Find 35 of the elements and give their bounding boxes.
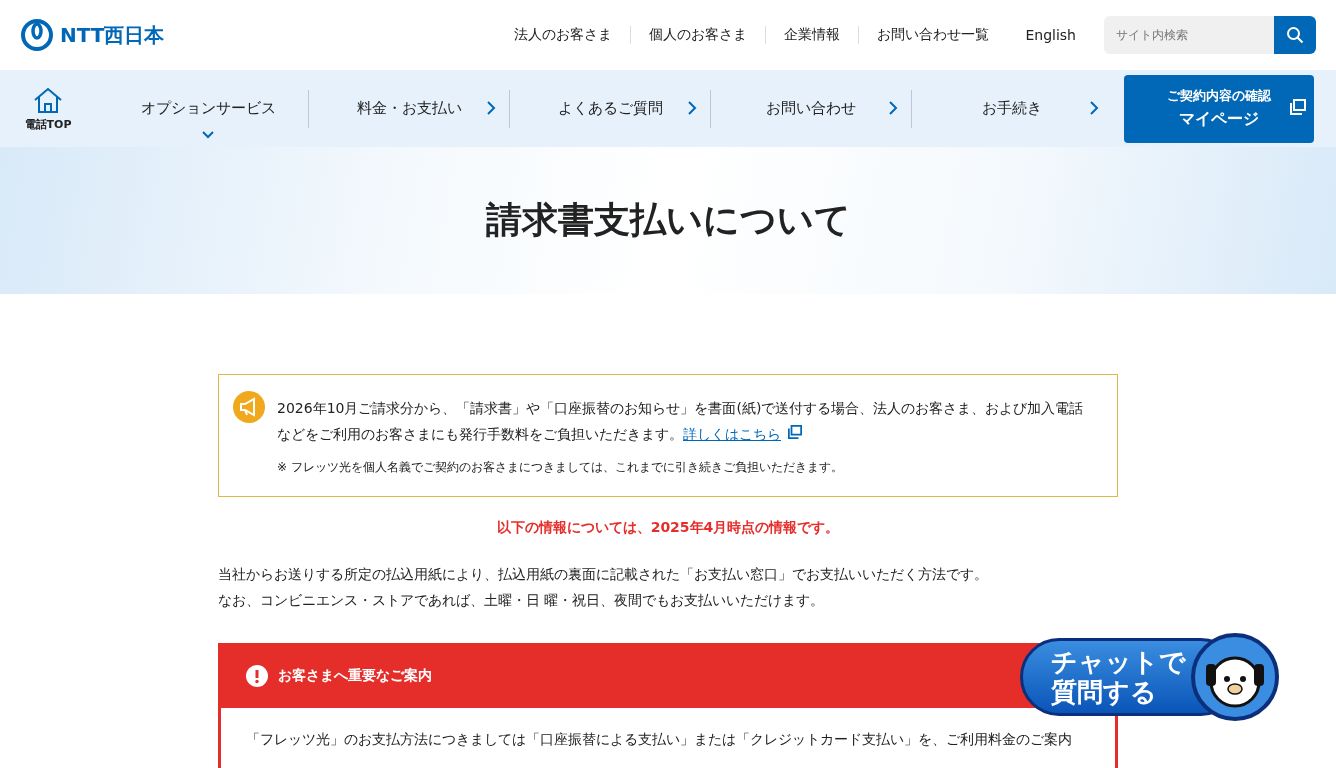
notice-note: ※ フレッツ光を個人名義でご契約のお客さまにつきましては、これまでに引き続きご負担いただきます。 bbox=[277, 459, 844, 476]
nav-item[interactable]: よくあるご質問 bbox=[510, 89, 711, 128]
megaphone-icon bbox=[233, 391, 265, 423]
mypage-button[interactable]: ご契約内容の確認 マイページ bbox=[1124, 74, 1314, 143]
chevron-icon bbox=[887, 99, 899, 116]
details-link[interactable]: 詳しくはこちら bbox=[683, 426, 781, 442]
search-button[interactable] bbox=[1274, 16, 1316, 54]
company-logo[interactable]: NTT西日本 bbox=[20, 18, 165, 52]
new-window-icon bbox=[787, 425, 803, 439]
new-window-icon bbox=[1290, 98, 1306, 115]
header-link[interactable]: 個人のお客さま bbox=[631, 26, 767, 44]
nav-item[interactable]: お問い合わせ bbox=[711, 89, 912, 128]
header-link[interactable]: 法人のお客さま bbox=[496, 26, 632, 44]
exclamation-icon bbox=[246, 664, 268, 687]
notice-text: 2026年10月ご請求分から、「請求書」や「口座振替のお知らせ」を書面(紙)で送付する場合、法人のお客さま、および加入電話などをご利用のお客さまにも発行手数料をご負担いただきます。詳しくはこちら bbox=[277, 399, 1085, 444]
chevron-icon bbox=[686, 99, 698, 116]
language-link[interactable]: English bbox=[1007, 27, 1094, 43]
intro-text: なお、コンビニエンス・ストアであれば、土曜・日 曜・祝日、夜間でもお支払いいただけます。 bbox=[218, 591, 826, 610]
header-link[interactable]: 企業情報 bbox=[766, 26, 860, 44]
bear-mascot-icon bbox=[1190, 632, 1280, 722]
home-link[interactable]: 電話TOP bbox=[18, 85, 78, 132]
nav-item[interactable]: 料金・お支払い bbox=[309, 89, 510, 128]
page-title: 請求書支払いについて bbox=[485, 198, 851, 242]
important-title: お客さまへ重要なご案内 bbox=[278, 666, 432, 685]
info-date-text: 以下の情報については、2025年4月時点の情報です。 bbox=[495, 519, 841, 537]
nav-item[interactable]: お手続き bbox=[912, 89, 1112, 128]
nav-item[interactable]: オプションサービス bbox=[108, 89, 309, 128]
search-icon bbox=[1286, 26, 1304, 44]
important-text: 「フレッツ光」のお支払方法につきましては「口座振替による支払い」または「クレジットカード支払い」を、ご利用料金のご案内 bbox=[245, 730, 1073, 749]
header-link[interactable]: お問い合わせ一覧 bbox=[859, 26, 1008, 44]
home-icon bbox=[32, 85, 64, 114]
chevron-icon bbox=[485, 99, 497, 116]
intro-text: 当社からお送りする所定の払込用紙により、払込用紙の裏面に記載された「お支払い窓口」でお支払いいただく方法です。 bbox=[218, 565, 989, 584]
search-field[interactable]: サイト内検索 bbox=[1104, 16, 1274, 54]
chevron-icon bbox=[1088, 99, 1100, 116]
